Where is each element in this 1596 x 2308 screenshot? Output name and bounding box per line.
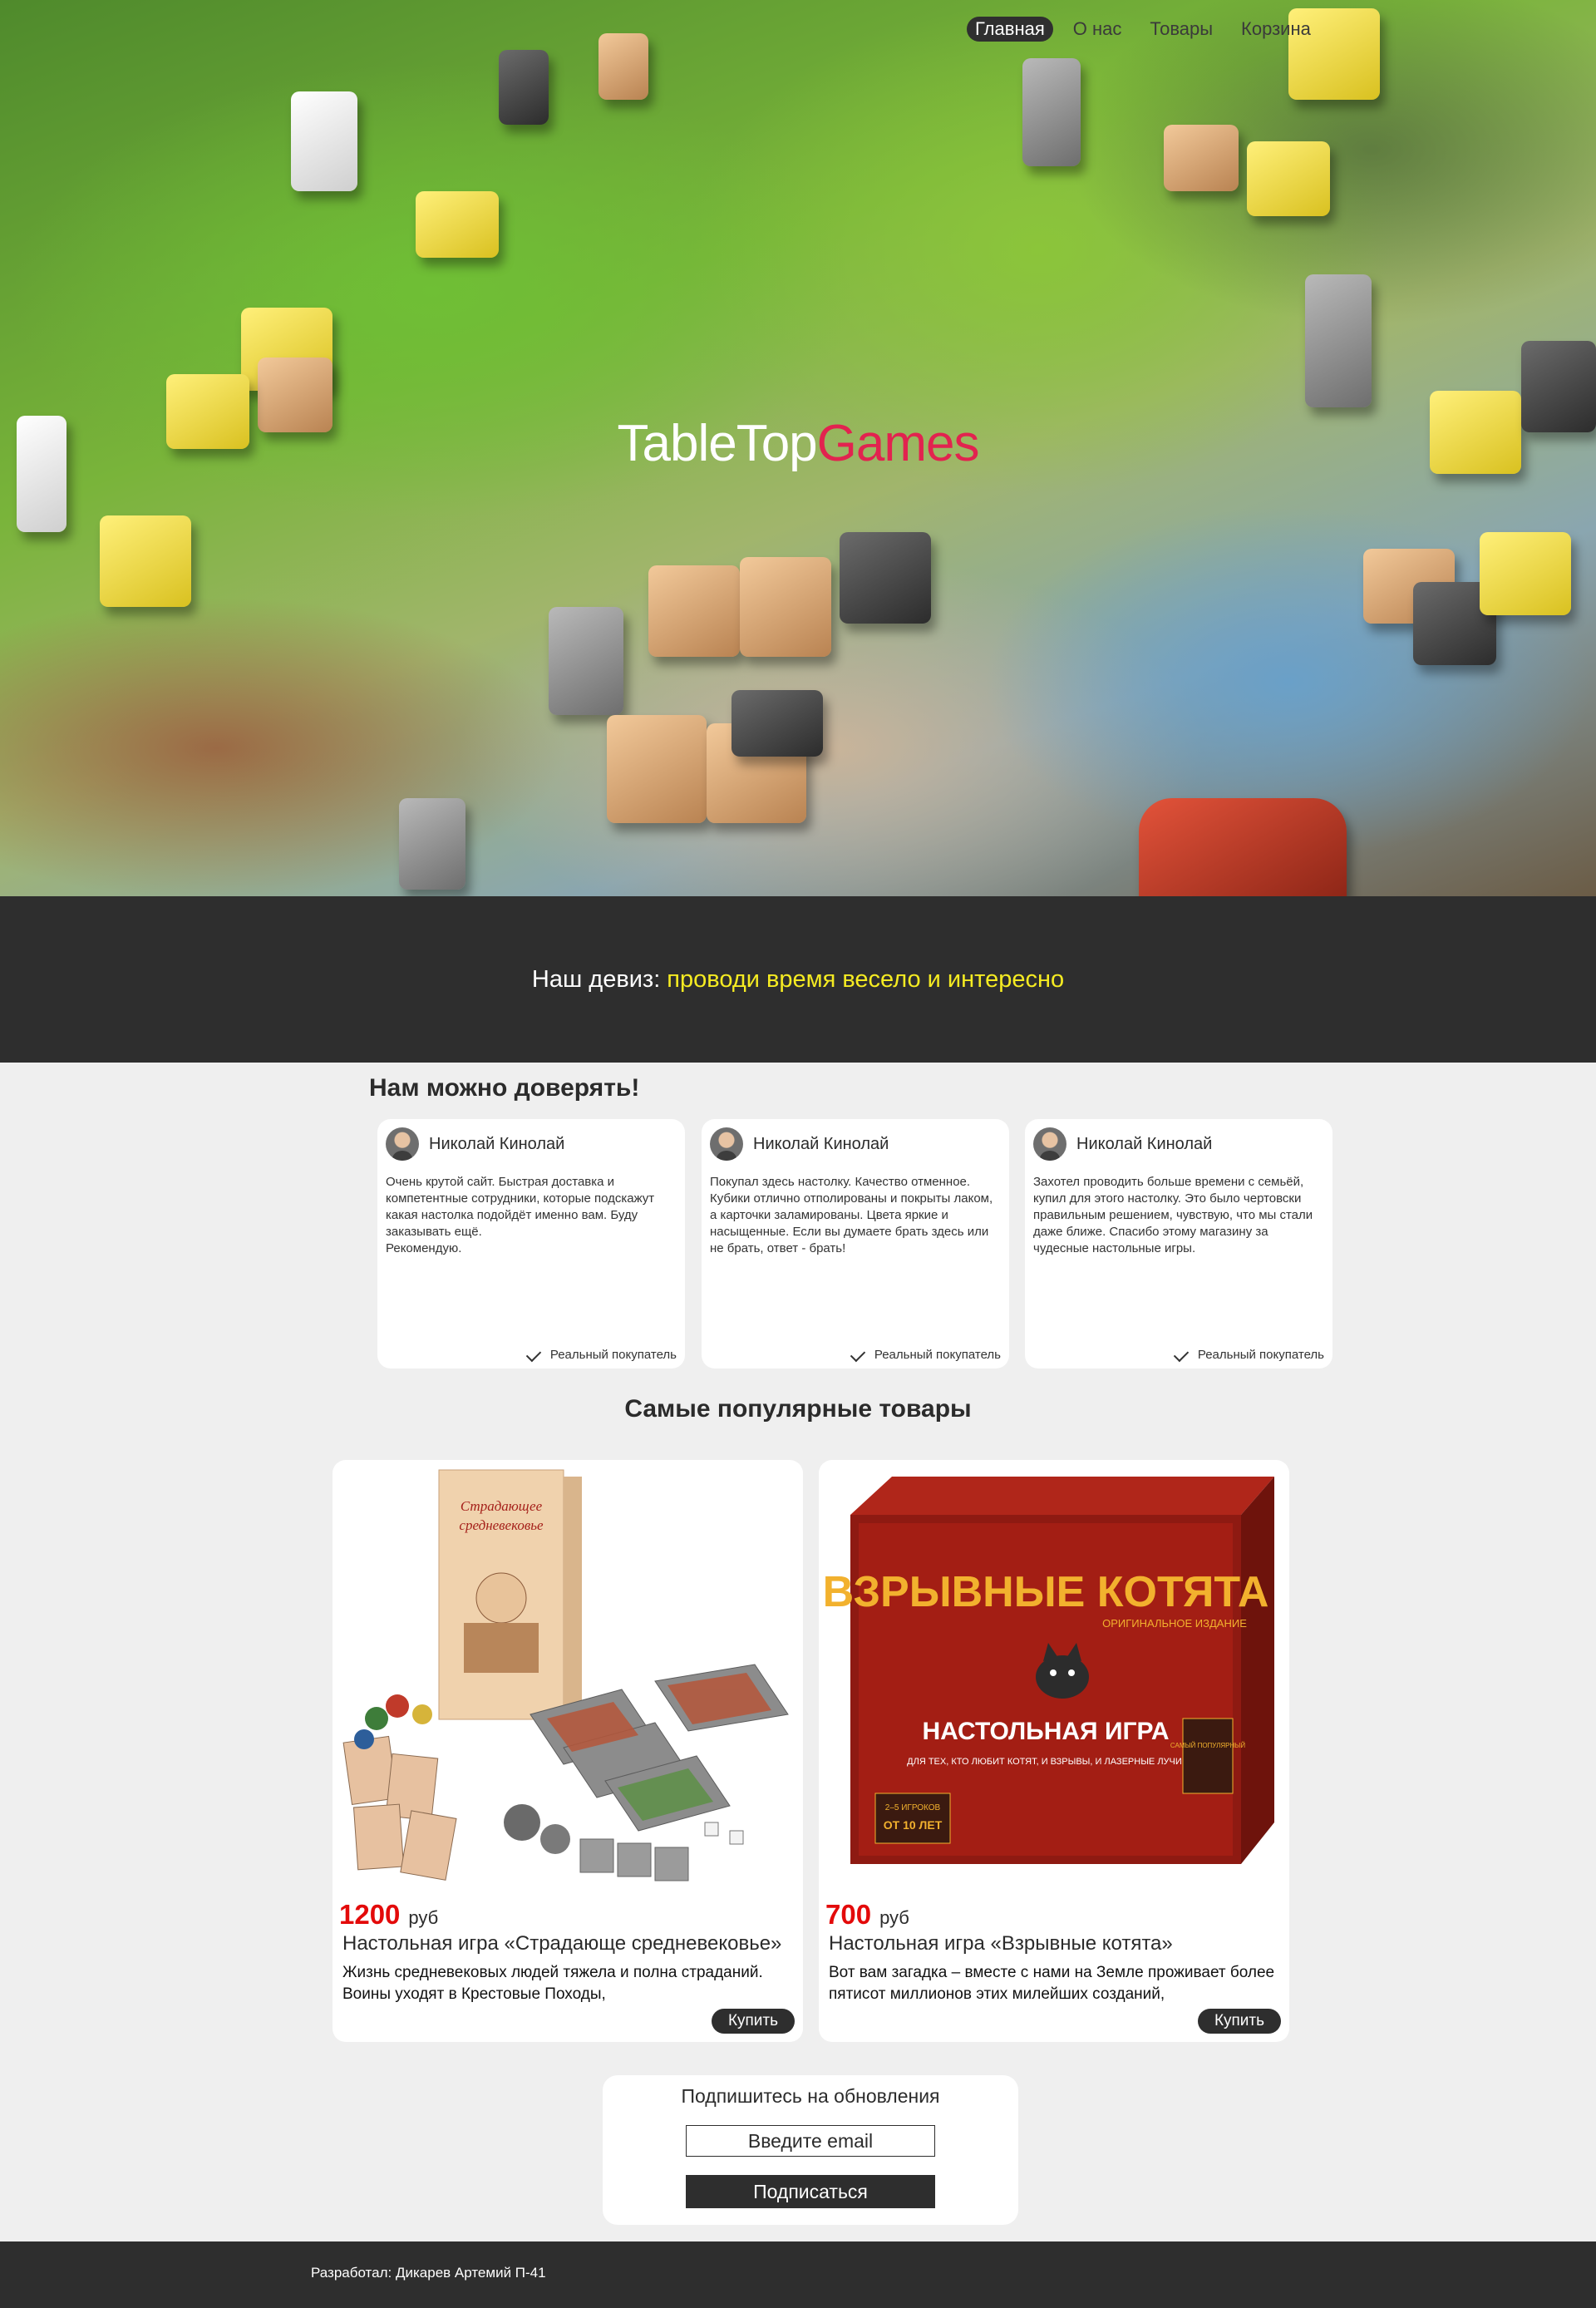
hero-piece	[1022, 58, 1081, 166]
box-tagline: НАСТОЛЬНАЯ ИГРА	[922, 1718, 1169, 1745]
review-text: Покупал здесь настолку. Качество отменно…	[710, 1175, 993, 1255]
product-description: Вот вам загадка – вместе с нами на Земле…	[829, 1964, 1275, 2003]
reviewer-name: Николай Кинолай	[753, 1134, 889, 1153]
footer-credits: Разработал: Дикарев Артемий П-41	[311, 2265, 546, 2281]
box-players: 2–5 ИГРОКОВ	[885, 1803, 941, 1812]
verified-label: Реальный покупатель	[549, 1348, 677, 1362]
product-image-exploding-kittens[interactable]: ВЗРЫВНЫЕ КОТЯТА ОРИГИНАЛЬНОЕ ИЗДАНИЕ НАС…	[825, 1465, 1283, 1887]
motto-label: Наш девиз:	[531, 965, 661, 993]
currency-label: руб	[879, 1907, 909, 1928]
box-tagline2: ДЛЯ ТЕХ, КТО ЛЮБИТ КОТЯТ, И ВЗРЫВЫ, И ЛА…	[907, 1757, 1185, 1767]
hero-piece	[499, 50, 549, 125]
email-field[interactable]	[686, 2125, 935, 2157]
product-price: 1200	[339, 1899, 401, 1930]
product-name[interactable]: Настольная игра «Взрывные котята»	[829, 1932, 1173, 1955]
review-card: Николай Кинолай Очень крутой сайт. Быстр…	[377, 1119, 685, 1369]
product-card[interactable]: ВЗРЫВНЫЕ КОТЯТА ОРИГИНАЛЬНОЕ ИЗДАНИЕ НАС…	[819, 1460, 1289, 2042]
site-logo[interactable]: TableTopGames	[0, 414, 1596, 473]
reviewer-name: Николай Кинолай	[1076, 1134, 1213, 1153]
avatar	[1033, 1127, 1066, 1161]
subscribe-title: Подпишитесь на обновления	[681, 2085, 940, 2107]
hero-piece	[1480, 532, 1571, 615]
hero-piece	[732, 690, 823, 757]
popular-title: Самые популярные товары	[624, 1395, 972, 1423]
product-image-medieval[interactable]: Страдающее средневековье	[339, 1465, 796, 1887]
avatar	[386, 1127, 419, 1161]
hero-piece	[598, 33, 648, 100]
review-header: Николай Кинолай	[386, 1127, 677, 1161]
motto-text: проводи время весело и интересно	[667, 965, 1065, 993]
currency-label: руб	[408, 1907, 439, 1928]
checkmark-icon	[1175, 1349, 1193, 1361]
checkmark-icon	[851, 1349, 869, 1361]
price-row: 700 руб	[825, 1899, 909, 1931]
subscribe-button[interactable]: Подписаться	[686, 2175, 935, 2208]
trust-title: Нам можно доверять!	[369, 1074, 640, 1102]
nav-link-home[interactable]: Главная	[967, 17, 1053, 42]
verified-badge: Реальный покупатель	[527, 1348, 677, 1362]
product-card[interactable]: Страдающее средневековье 1200 руб Настол…	[332, 1460, 803, 2042]
hero-piece	[291, 91, 357, 191]
reviewer-name: Николай Кинолай	[429, 1134, 565, 1153]
hero-piece	[648, 565, 740, 657]
footer: Разработал: Дикарев Артемий П-41	[0, 2241, 1596, 2308]
review-header: Николай Кинолай	[710, 1127, 1001, 1161]
box-title-line: средневековье	[459, 1517, 544, 1533]
logo-part-tabletop: TableTop	[617, 415, 817, 472]
hero-piece	[1305, 274, 1372, 407]
product-name[interactable]: Настольная игра «Страдающе средневековье…	[342, 1932, 781, 1955]
main-nav: Главная О нас Товары Корзина	[967, 17, 1319, 42]
hero-piece	[840, 532, 931, 624]
nav-link-cart[interactable]: Корзина	[1233, 17, 1319, 42]
review-text: Захотел проводить больше времени с семьё…	[1033, 1175, 1313, 1255]
box-title-line: Страдающее	[461, 1498, 543, 1514]
hero-piece	[549, 607, 623, 715]
box-age: ОТ 10 ЛЕТ	[884, 1818, 943, 1832]
hero-piece	[740, 557, 831, 657]
box-badge: САМЫЙ ПОПУЛЯРНЫЙ	[1170, 1742, 1245, 1749]
logo-part-games: Games	[816, 415, 980, 472]
hero-banner: Главная О нас Товары Корзина TableTopGam…	[0, 0, 1596, 896]
buy-button[interactable]: Купить	[1198, 2009, 1281, 2034]
hero-piece	[1164, 125, 1239, 191]
review-card: Николай Кинолай Захотел проводить больше…	[1025, 1119, 1332, 1369]
buy-button[interactable]: Купить	[712, 2009, 795, 2034]
box-title: ВЗРЫВНЫЕ КОТЯТА	[825, 1568, 1268, 1616]
hero-piece	[607, 715, 707, 823]
review-header: Николай Кинолай	[1033, 1127, 1324, 1161]
product-description: Жизнь средневековых людей тяжела и полна…	[342, 1964, 763, 2003]
hero-piece	[416, 191, 499, 258]
checkmark-icon	[527, 1349, 545, 1361]
avatar	[710, 1127, 743, 1161]
verified-badge: Реальный покупатель	[1175, 1348, 1324, 1362]
review-card: Николай Кинолай Покупал здесь настолку. …	[702, 1119, 1009, 1369]
price-row: 1200 руб	[339, 1899, 438, 1931]
motto-section: Наш девиз: проводи время весело и интере…	[0, 896, 1596, 1063]
verified-badge: Реальный покупатель	[851, 1348, 1001, 1362]
product-price: 700	[825, 1899, 872, 1930]
hero-piece	[100, 515, 191, 607]
hero-piece	[399, 798, 466, 890]
nav-link-about[interactable]: О нас	[1065, 17, 1130, 42]
subscribe-box: Подпишитесь на обновления Подписаться	[603, 2075, 1018, 2225]
review-text: Очень крутой сайт. Быстрая доставка и ко…	[386, 1175, 655, 1255]
nav-link-products[interactable]: Товары	[1141, 17, 1221, 42]
verified-label: Реальный покупатель	[874, 1348, 1001, 1362]
hero-piece	[1247, 141, 1330, 216]
verified-label: Реальный покупатель	[1197, 1348, 1324, 1362]
hero-piece	[1139, 798, 1347, 896]
box-subtitle: ОРИГИНАЛЬНОЕ ИЗДАНИЕ	[1102, 1617, 1247, 1630]
